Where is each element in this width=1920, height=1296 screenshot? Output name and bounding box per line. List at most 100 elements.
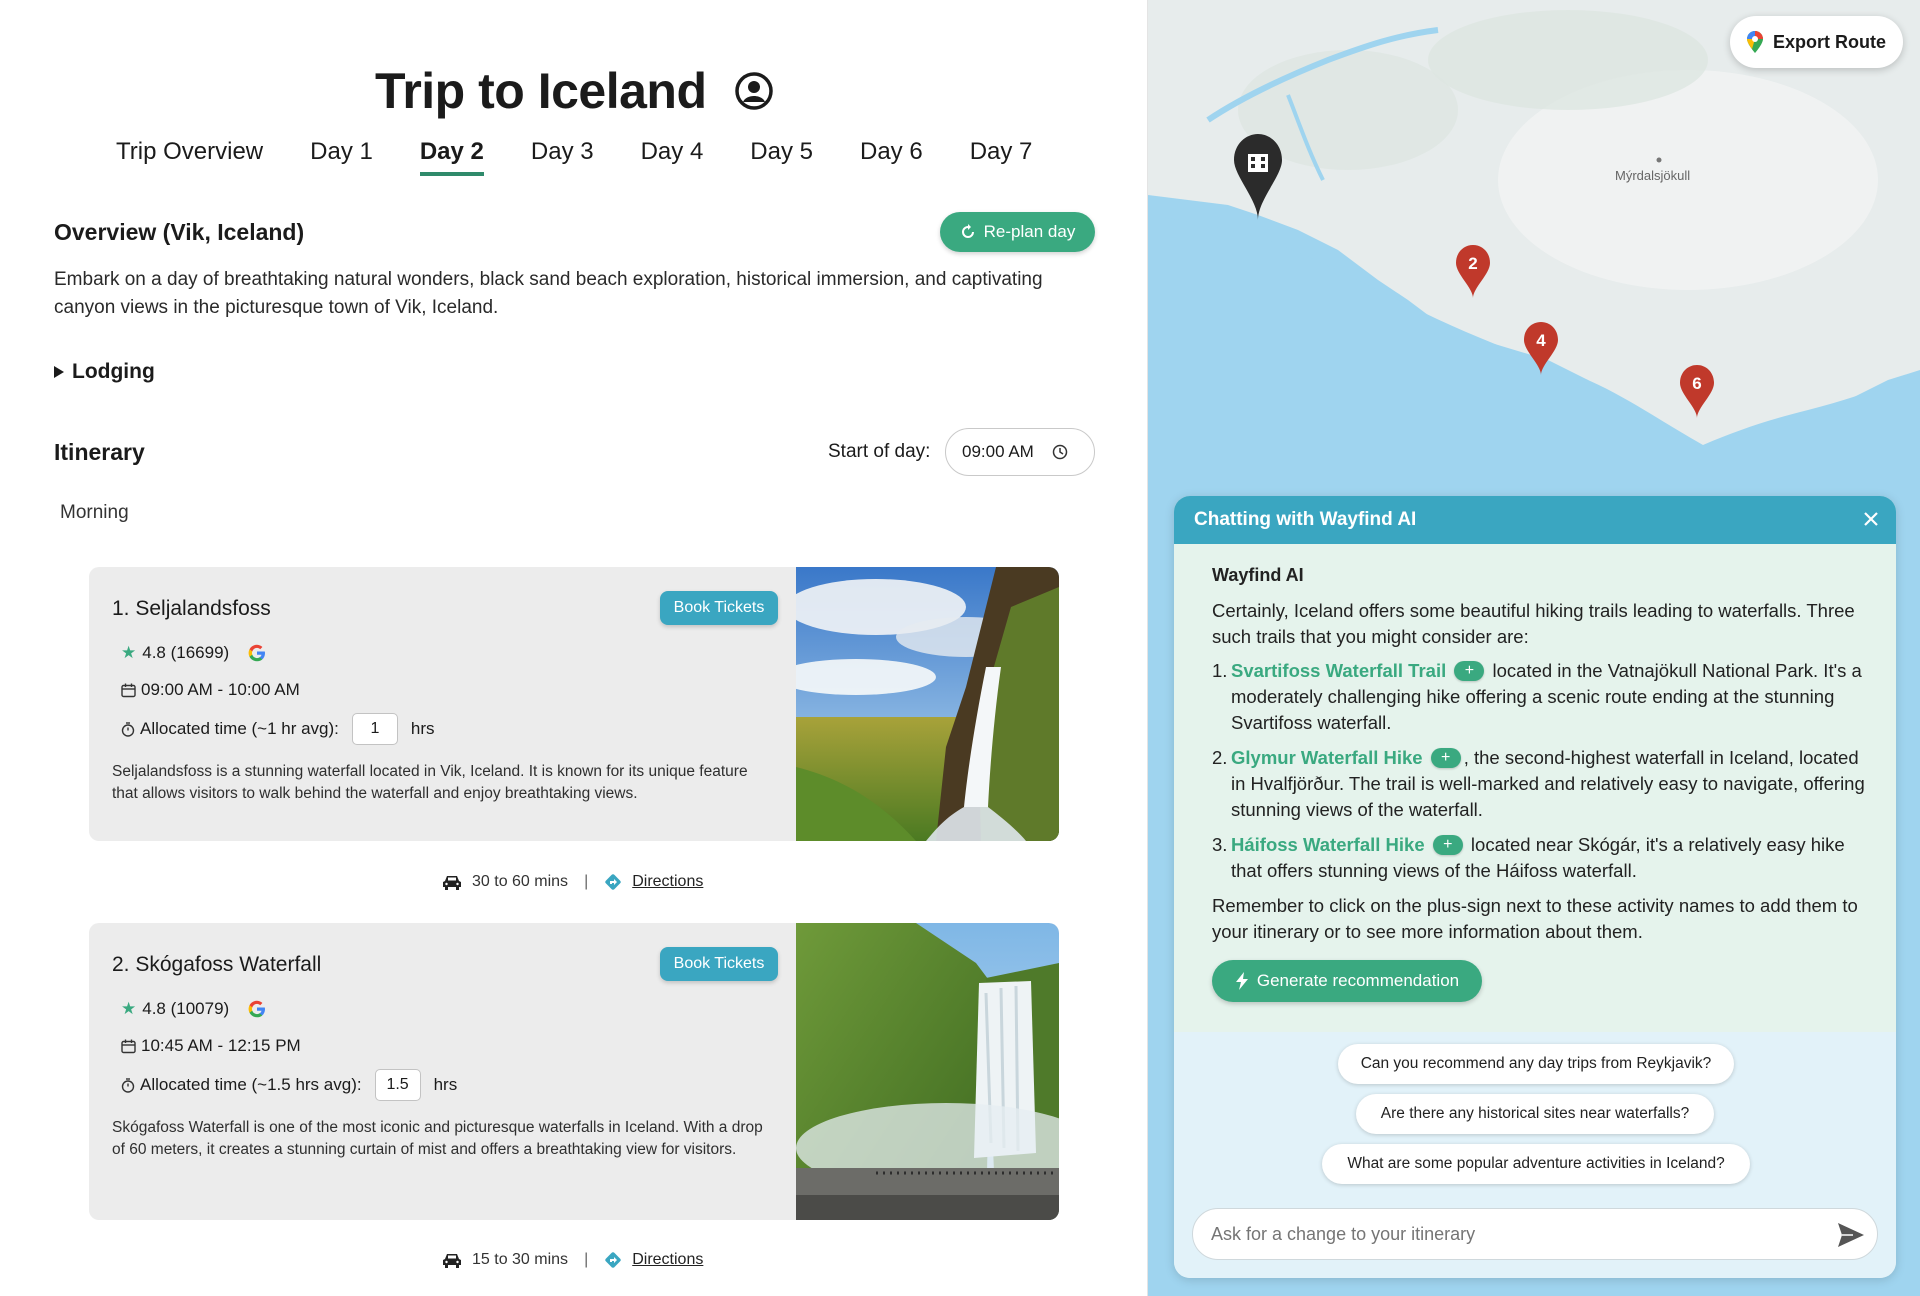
allocated-time-label: Allocated time (~1.5 hrs avg): bbox=[140, 1075, 362, 1094]
calendar-icon bbox=[121, 1039, 136, 1053]
allocated-time-input[interactable]: 1 bbox=[351, 713, 398, 745]
activity-link[interactable]: Glymur Waterfall Hike bbox=[1231, 747, 1423, 768]
google-icon bbox=[248, 644, 266, 662]
start-of-day-value: 09:00 AM bbox=[962, 442, 1034, 461]
period-label: Morning bbox=[60, 502, 129, 523]
calendar-icon bbox=[121, 683, 136, 697]
message-sender: Wayfind AI bbox=[1212, 565, 1304, 585]
export-route-button[interactable]: Export Route bbox=[1730, 16, 1903, 68]
star-icon: ★ bbox=[121, 643, 137, 662]
tab-day-3[interactable]: Day 3 bbox=[531, 138, 594, 176]
travel-time: 15 to 30 mins bbox=[472, 1251, 569, 1268]
replan-day-label: Re-plan day bbox=[983, 222, 1076, 241]
activity-name: 1. Seljalandsfoss bbox=[112, 597, 271, 620]
send-icon[interactable] bbox=[1837, 1222, 1865, 1248]
day-tabs: Trip Overview Day 1 Day 2 Day 3 Day 4 Da… bbox=[116, 138, 1079, 176]
travel-info: 15 to 30 mins | Directions bbox=[442, 1251, 703, 1269]
stopwatch-icon bbox=[121, 1077, 135, 1093]
generate-recommendation-button[interactable]: Generate recommendation bbox=[1212, 960, 1482, 1002]
google-icon bbox=[248, 1000, 266, 1018]
allocated-time: Allocated time (~1.5 hrs avg): 1.5 hrs bbox=[121, 1069, 457, 1101]
stopwatch-icon bbox=[121, 721, 135, 737]
user-icon[interactable] bbox=[735, 72, 773, 110]
message-outro: Remember to click on the plus-sign next … bbox=[1212, 895, 1858, 942]
activity-description: Skógafoss Waterfall is one of the most i… bbox=[112, 1119, 763, 1158]
page-title: Trip to Iceland bbox=[375, 63, 707, 119]
allocated-time-input[interactable]: 1.5 bbox=[374, 1069, 421, 1101]
lodging-toggle[interactable]: Lodging bbox=[54, 360, 155, 384]
itinerary-panel: Trip to Iceland Trip Overview Day 1 Day … bbox=[0, 0, 1148, 1296]
directions-link[interactable]: Directions bbox=[632, 873, 703, 891]
chat-header: Chatting with Wayfind AI bbox=[1174, 496, 1896, 544]
itinerary-card-seljalandsfoss[interactable]: 1. Seljalandsfoss Book Tickets ★ 4.8 (16… bbox=[89, 567, 1059, 841]
tab-day-6[interactable]: Day 6 bbox=[860, 138, 923, 176]
time-range-value: 10:45 AM - 12:15 PM bbox=[141, 1036, 301, 1055]
skogafoss-photo bbox=[796, 923, 1059, 1220]
activity-link[interactable]: Svartifoss Waterfall Trail bbox=[1231, 660, 1446, 681]
start-of-day-label: Start of day: bbox=[828, 441, 931, 462]
time-range-value: 09:00 AM - 10:00 AM bbox=[141, 680, 300, 699]
suggested-prompt[interactable]: Can you recommend any day trips from Rey… bbox=[1338, 1044, 1734, 1084]
marker-label: 4 bbox=[1536, 331, 1546, 350]
suggested-prompt[interactable]: Are there any historical sites near wate… bbox=[1356, 1094, 1714, 1134]
activity-link[interactable]: Háifoss Waterfall Hike bbox=[1231, 834, 1425, 855]
suggested-prompt[interactable]: What are some popular adventure activiti… bbox=[1322, 1144, 1750, 1184]
overview-text: Embark on a day of breathtaking natural … bbox=[54, 269, 1043, 318]
rating-value: 4.8 (16699) bbox=[142, 643, 230, 662]
tab-day-5[interactable]: Day 5 bbox=[750, 138, 813, 176]
list-number: 2. bbox=[1212, 747, 1228, 768]
rating: ★ 4.8 (16699) bbox=[121, 643, 267, 663]
itinerary-card-skogafoss[interactable]: 2. Skógafoss Waterfall Book Tickets ★ 4.… bbox=[89, 923, 1059, 1220]
add-activity-button[interactable]: + bbox=[1430, 748, 1461, 768]
title-row: Trip to Iceland bbox=[0, 62, 1147, 120]
route-map[interactable]: 2 4 6 bbox=[1148, 0, 1920, 520]
rating-value: 4.8 (10079) bbox=[142, 999, 230, 1018]
itinerary-heading: Itinerary bbox=[54, 439, 145, 465]
rating: ★ 4.8 (10079) bbox=[121, 999, 267, 1019]
car-icon bbox=[443, 1254, 461, 1268]
export-route-label: Export Route bbox=[1772, 31, 1886, 52]
book-tickets-button[interactable]: Book Tickets bbox=[660, 591, 778, 625]
generate-recommendation-label: Generate recommendation bbox=[1256, 971, 1460, 990]
tab-day-1[interactable]: Day 1 bbox=[310, 138, 373, 176]
suggestion-list: 1. Svartifoss Waterfall Trail + located … bbox=[1212, 658, 1872, 884]
lodging-label: Lodging bbox=[72, 360, 155, 383]
overview-heading: Overview (Vik, Iceland) bbox=[54, 219, 305, 245]
lightning-icon bbox=[1235, 972, 1248, 990]
directions-icon bbox=[605, 1252, 621, 1268]
book-tickets-button[interactable]: Book Tickets bbox=[660, 947, 778, 981]
close-icon[interactable] bbox=[1860, 508, 1882, 530]
chat-input-area: Can you recommend any day trips from Rey… bbox=[1174, 1032, 1896, 1278]
list-number: 1. bbox=[1212, 660, 1228, 681]
directions-link[interactable]: Directions bbox=[632, 1251, 703, 1269]
travel-time: 30 to 60 mins bbox=[472, 873, 569, 890]
refresh-icon bbox=[961, 224, 974, 238]
start-of-day-input[interactable]: 09:00 AM bbox=[945, 428, 1095, 476]
tab-day-2[interactable]: Day 2 bbox=[419, 138, 484, 176]
tab-day-4[interactable]: Day 4 bbox=[641, 138, 704, 176]
ai-message: Wayfind AI Certainly, Iceland offers som… bbox=[1212, 562, 1872, 953]
seljalandsfoss-photo bbox=[796, 567, 1059, 841]
replan-day-button[interactable]: Re-plan day bbox=[940, 212, 1095, 252]
chat-title: Chatting with Wayfind AI bbox=[1194, 509, 1417, 530]
add-activity-button[interactable]: + bbox=[1432, 835, 1463, 855]
travel-info: 30 to 60 mins | Directions bbox=[442, 873, 703, 891]
clock-icon bbox=[1052, 444, 1068, 460]
car-icon bbox=[443, 876, 461, 890]
allocated-time-unit: hrs bbox=[410, 719, 435, 738]
chat-input[interactable] bbox=[1211, 1223, 1811, 1245]
separator: | bbox=[584, 1251, 589, 1268]
add-activity-button[interactable]: + bbox=[1454, 661, 1485, 681]
chat-panel: Chatting with Wayfind AI Wayfind AI Cert… bbox=[1174, 496, 1896, 1278]
disclosure-triangle-icon bbox=[54, 366, 64, 378]
list-item: 1. Svartifoss Waterfall Trail + located … bbox=[1212, 658, 1872, 736]
activity-name: 2. Skógafoss Waterfall bbox=[112, 953, 322, 976]
tab-trip-overview[interactable]: Trip Overview bbox=[116, 138, 263, 176]
list-number: 3. bbox=[1212, 834, 1228, 855]
time-range: 10:45 AM - 12:15 PM bbox=[121, 1036, 301, 1056]
list-item: 3. Háifoss Waterfall Hike + located near… bbox=[1212, 832, 1872, 884]
activity-description: Seljalandsfoss is a stunning waterfall l… bbox=[112, 763, 748, 802]
tab-day-7[interactable]: Day 7 bbox=[970, 138, 1033, 176]
marker-label: 6 bbox=[1692, 374, 1701, 393]
time-range: 09:00 AM - 10:00 AM bbox=[121, 680, 300, 700]
